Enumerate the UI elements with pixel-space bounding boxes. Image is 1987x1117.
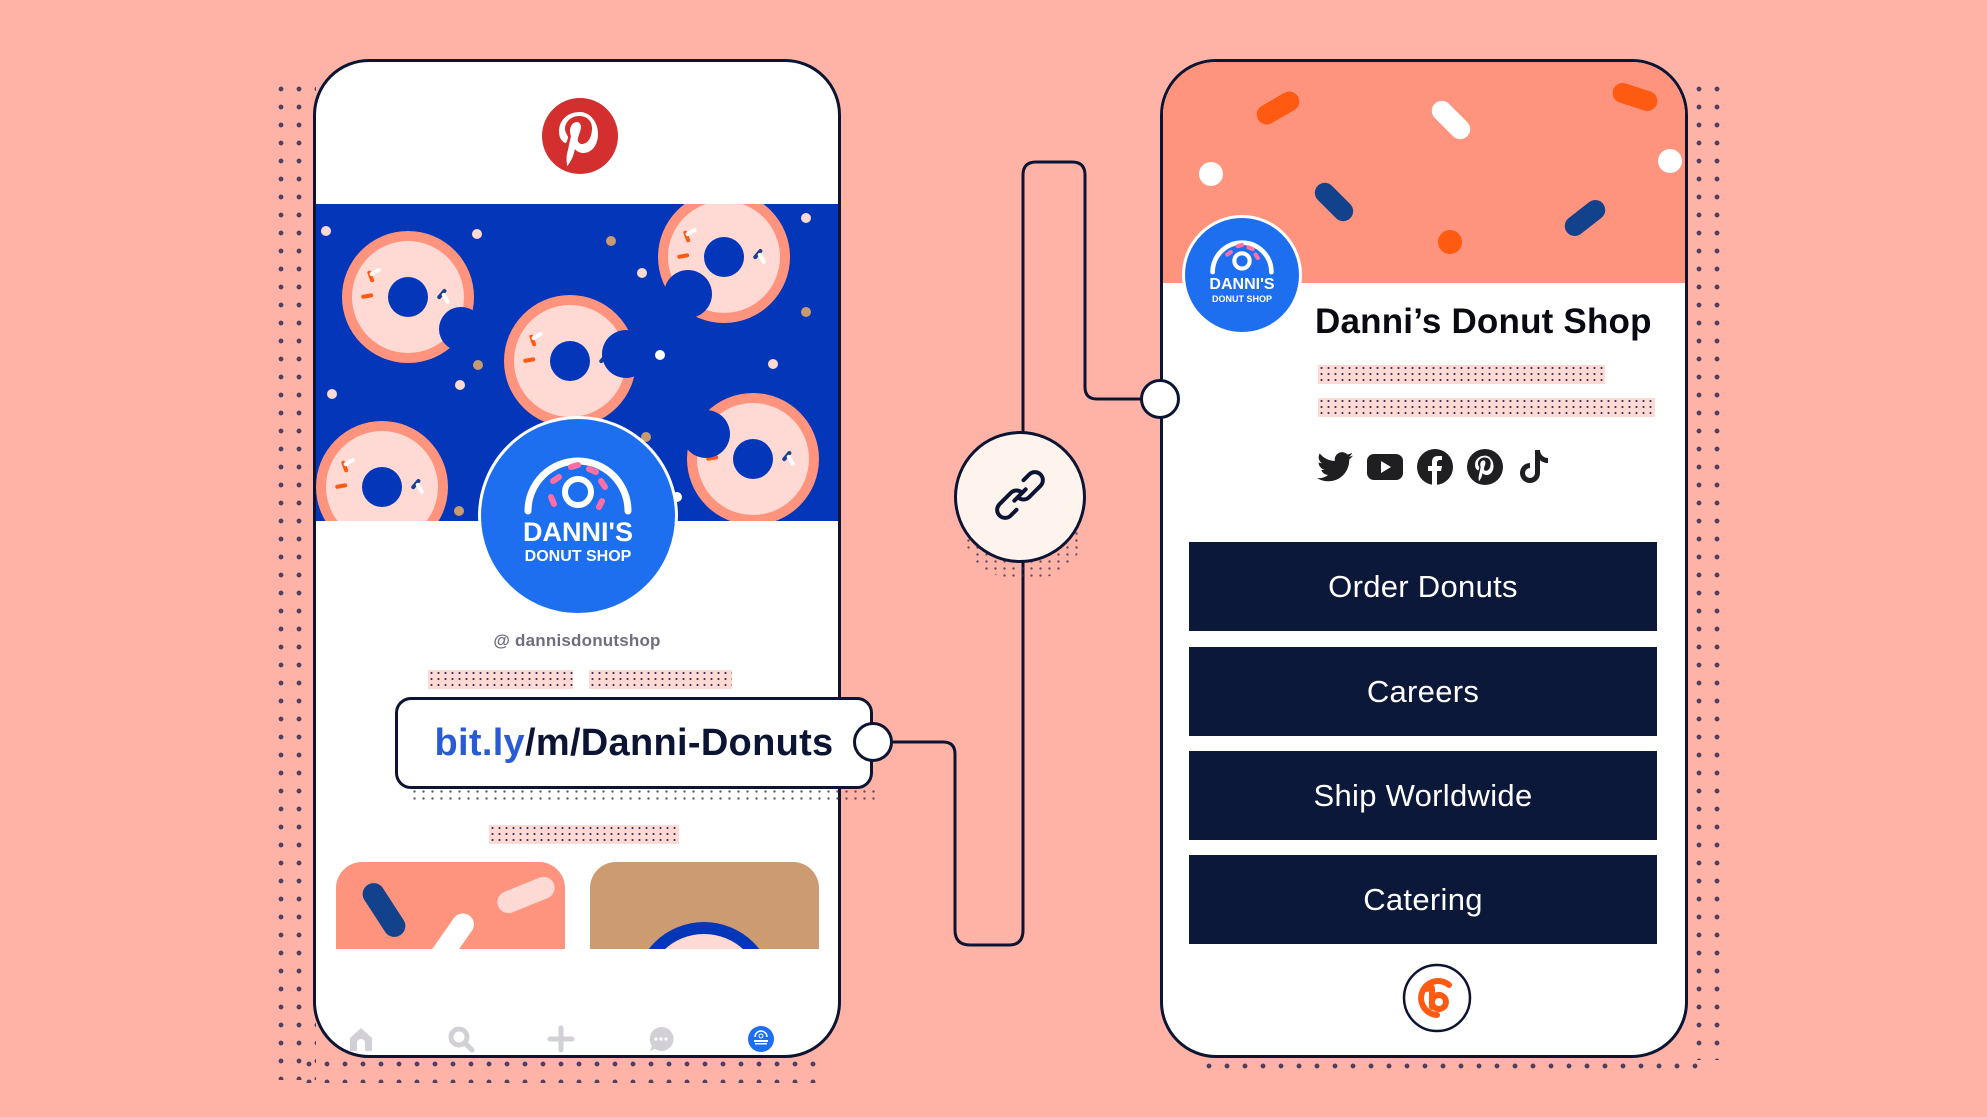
link-domain: bit.ly (434, 721, 525, 764)
connector-path-left (893, 562, 1025, 947)
search-icon[interactable] (444, 1022, 478, 1055)
profile-handle: @ dannisdonutshop (493, 631, 661, 650)
profile-avatar-icon[interactable] (744, 1022, 778, 1055)
pin-card-sprinkles[interactable] (336, 862, 565, 949)
link-in-bio-phone: DANNI'S DONUT SHOP Danni’s Donut Shop Or… (1160, 59, 1688, 1058)
link-node-right (1140, 379, 1180, 419)
donut-5 (682, 393, 819, 521)
danni-logo-icon (524, 457, 632, 515)
donut-1 (342, 231, 483, 363)
bio-placeholder-2 (589, 670, 732, 689)
home-icon[interactable] (344, 1022, 378, 1055)
dot-shadow-left (272, 80, 316, 1080)
link-chain-badge (954, 431, 1086, 563)
twitter-icon[interactable] (1316, 448, 1353, 485)
shop-name: Danni’s Donut Shop (1315, 302, 1652, 341)
bio-placeholder-3 (489, 825, 679, 844)
social-icons (1316, 448, 1553, 485)
link-button-careers[interactable]: Careers (1189, 647, 1657, 736)
link-button-order-donuts[interactable]: Order Donuts (1189, 542, 1657, 631)
pin-card-donut[interactable] (590, 862, 819, 949)
dot-shadow-left-bottom (300, 1055, 820, 1083)
donut-3 (504, 295, 650, 427)
chat-icon[interactable] (644, 1022, 678, 1055)
bio-placeholder-1 (1318, 365, 1605, 384)
plus-icon[interactable] (544, 1022, 578, 1055)
bottom-nav (316, 1022, 838, 1055)
profile-avatar[interactable]: DANNI'S DONUT SHOP (478, 416, 678, 616)
bitly-logo-icon[interactable] (1402, 963, 1472, 1033)
pinterest-phone: DANNI'S DONUT SHOP @ dannisdonutshop (313, 59, 841, 1058)
link-button-ship-worldwide[interactable]: Ship Worldwide (1189, 751, 1657, 840)
avatar-line1: DANNI'S (1209, 276, 1275, 293)
danni-logo-icon (1210, 240, 1274, 275)
profile-avatar[interactable]: DANNI'S DONUT SHOP (1182, 215, 1302, 335)
link-button-catering[interactable]: Catering (1189, 855, 1657, 944)
donut-4 (316, 421, 448, 521)
connector-path-right (1021, 160, 1160, 432)
dot-shadow-right-bottom (1200, 1057, 1700, 1071)
link-chain-icon (985, 460, 1055, 535)
avatar-line2: DONUT SHOP (524, 548, 632, 565)
youtube-icon[interactable] (1366, 448, 1403, 485)
avatar-line1: DANNI'S (523, 517, 633, 547)
tiktok-icon[interactable] (1516, 448, 1553, 485)
bio-placeholder-2 (1318, 398, 1655, 417)
link-node-left (853, 722, 893, 762)
url-box-shadow (410, 788, 880, 802)
pinterest-logo-icon (542, 98, 618, 174)
avatar-line2: DONUT SHOP (1211, 294, 1272, 304)
profile-link-box[interactable]: bit.ly/m/Danni-Donuts (395, 697, 873, 789)
donut-2 (658, 204, 790, 323)
link-path: /m/Danni-Donuts (525, 721, 834, 764)
bio-placeholder-1 (428, 670, 573, 689)
facebook-icon[interactable] (1416, 448, 1453, 485)
dot-shadow-right (1690, 80, 1726, 1060)
pinterest-icon[interactable] (1466, 448, 1503, 485)
